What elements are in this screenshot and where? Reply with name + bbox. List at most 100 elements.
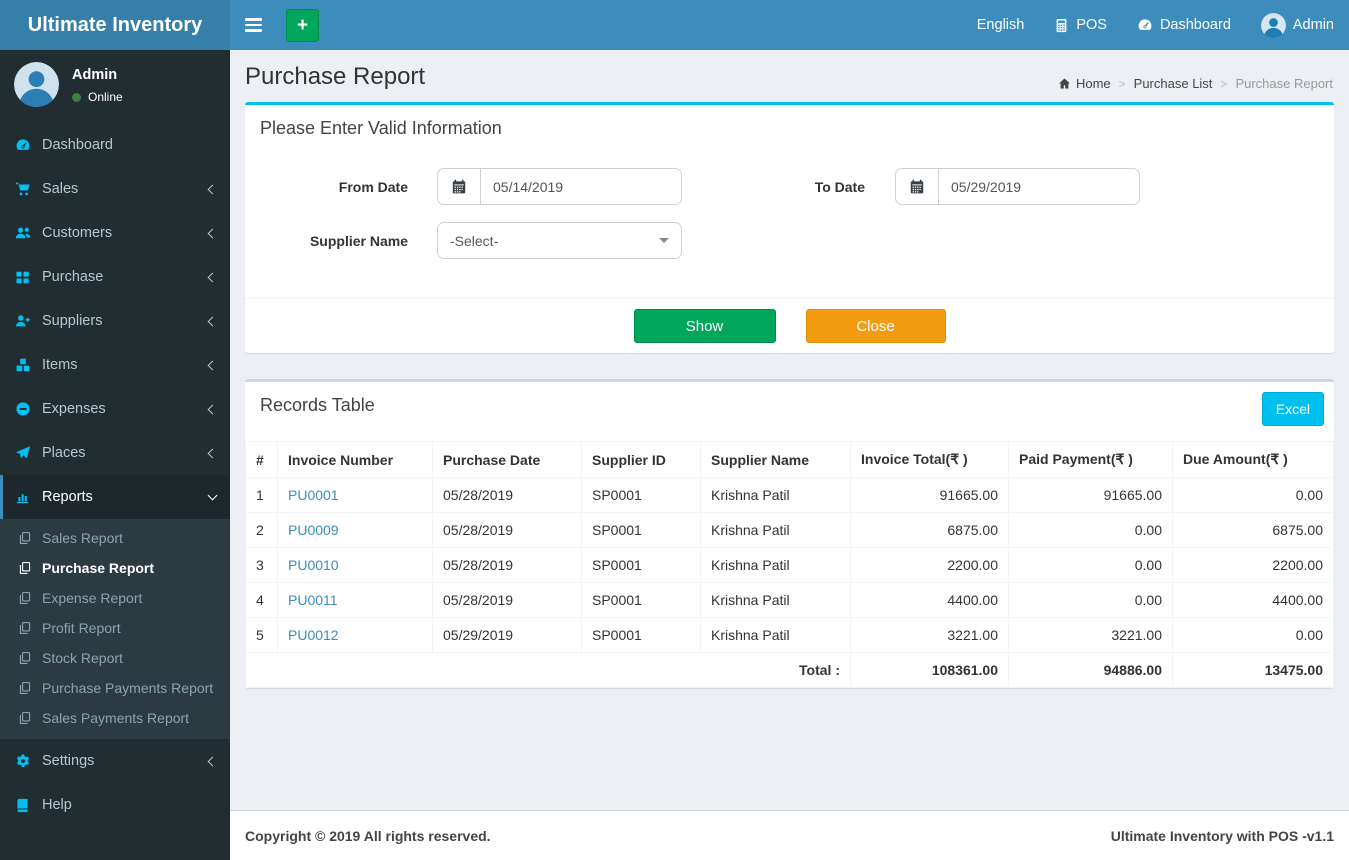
chevron-down-icon — [207, 490, 218, 501]
copyright-text: Copyright © 2019 All rights reserved. — [245, 827, 491, 844]
from-date-group — [437, 168, 682, 205]
chevron-left-icon — [207, 448, 218, 458]
column-header: Paid Payment(₹ ) — [1008, 441, 1173, 478]
invoice-link[interactable]: PU0011 — [288, 592, 338, 608]
sidebar-subitem-sales-report[interactable]: Sales Report — [0, 523, 230, 553]
show-button[interactable]: Show — [633, 309, 776, 343]
sidebar-item-customers[interactable]: Customers — [0, 211, 230, 255]
sidebar-item-places[interactable]: Places — [0, 431, 230, 475]
sidebar-item-suppliers[interactable]: Suppliers — [0, 299, 230, 343]
sidebar-item-label: Items — [42, 357, 78, 373]
sidebar-subitem-purchase-report[interactable]: Purchase Report — [0, 553, 230, 583]
sidebar-item-label: Suppliers — [42, 313, 103, 329]
sidebar-item-label: Customers — [42, 225, 113, 241]
breadcrumb-separator: > — [1220, 76, 1228, 91]
sidebar-item-settings[interactable]: Settings — [0, 739, 230, 783]
table-cell: 91665.00 — [850, 477, 1009, 513]
sidebar-user-status[interactable]: Online — [72, 90, 123, 104]
table-row: 1 PU0001 05/28/2019 SP0001 Krishna Patil 9166… — [245, 477, 1334, 513]
menu-icon[interactable] — [230, 0, 276, 50]
version-text: Ultimate Inventory with POS -v1.1 — [1110, 827, 1334, 844]
sidebar-subitem-label: Stock Report — [42, 650, 123, 666]
nav-pos[interactable]: POS — [1039, 0, 1122, 50]
sidebar-subitem-label: Purchase Payments Report — [42, 680, 214, 696]
user-avatar-icon — [1260, 12, 1286, 38]
sidebar-item-help[interactable]: Help — [0, 783, 230, 827]
chevron-left-icon — [207, 756, 218, 766]
user-plus-icon — [15, 313, 32, 329]
sidebar-subitem-sales-payments-report[interactable]: Sales Payments Report — [0, 703, 230, 733]
table-cell: SP0001 — [581, 547, 701, 583]
supplier-select[interactable]: -Select- — [437, 222, 682, 259]
breadcrumb-purchase-list[interactable]: Purchase List — [1134, 76, 1213, 91]
nav-dashboard[interactable]: Dashboard — [1122, 0, 1246, 50]
column-header: Supplier ID — [581, 441, 701, 478]
table-cell: 4 — [245, 582, 278, 618]
table-cell: 0.00 — [1172, 617, 1334, 653]
sidebar-item-reports[interactable]: Reports — [0, 475, 230, 519]
to-date-input[interactable] — [939, 169, 1139, 204]
nav-pos-label: POS — [1076, 17, 1107, 33]
sidebar-subitem-label: Purchase Report — [42, 560, 155, 576]
sidebar-item-items[interactable]: Items — [0, 343, 230, 387]
sidebar-item-purchase[interactable]: Purchase — [0, 255, 230, 299]
table-row: 3 PU0010 05/28/2019 SP0001 Krishna Patil 2200… — [245, 547, 1334, 583]
to-date-label: To Date — [814, 178, 865, 195]
sidebar-subitem-stock-report[interactable]: Stock Report — [0, 643, 230, 673]
nav-user-label: Admin — [1292, 17, 1334, 33]
online-dot-icon — [72, 92, 81, 102]
sidebar-subitem-profit-report[interactable]: Profit Report — [0, 613, 230, 643]
supplier-name-label: Supplier Name — [309, 232, 408, 249]
records-card-title: Records Table — [260, 395, 375, 415]
table-cell: SP0001 — [581, 477, 701, 513]
sidebar-subitem-purchase-payments-report[interactable]: Purchase Payments Report — [0, 673, 230, 703]
sidebar-item-label: Settings — [42, 753, 95, 769]
table-cell: PU0001 — [277, 477, 433, 513]
from-date-input[interactable] — [481, 169, 681, 204]
cart-icon — [15, 181, 32, 197]
table-cell: SP0001 — [581, 617, 701, 653]
sidebar-item-dashboard[interactable]: Dashboard — [0, 123, 230, 167]
table-row: 5 PU0012 05/29/2019 SP0001 Krishna Patil 3221… — [245, 617, 1334, 653]
table-cell: 0.00 — [1008, 512, 1173, 548]
sidebar-item-label: Help — [42, 797, 72, 813]
sidebar-item-label: Dashboard — [42, 137, 113, 153]
table-cell: 2 — [245, 512, 278, 548]
invoice-link[interactable]: PU0009 — [288, 522, 339, 538]
table-cell: 05/28/2019 — [432, 477, 582, 513]
dashboard-icon — [15, 137, 32, 153]
filter-card: Please Enter Valid Information From Date… — [245, 102, 1334, 353]
table-cell: 05/29/2019 — [432, 617, 582, 653]
excel-button[interactable]: Excel — [1261, 392, 1324, 426]
table-cell: 0.00 — [1008, 547, 1173, 583]
brand-logo[interactable]: Ultimate Inventory — [0, 0, 230, 50]
close-button[interactable]: Close — [805, 309, 946, 343]
add-button[interactable]: + — [286, 8, 319, 42]
invoice-link[interactable]: PU0012 — [288, 627, 339, 643]
table-cell: PU0010 — [277, 547, 433, 583]
copy-icon — [18, 711, 33, 725]
sidebar-item-expenses[interactable]: Expenses — [0, 387, 230, 431]
sidebar-item-label: Sales — [42, 181, 79, 197]
breadcrumb-home[interactable]: Home — [1058, 76, 1111, 91]
total-label: Total : — [245, 652, 851, 688]
sidebar-item-sales[interactable]: Sales — [0, 167, 230, 211]
table-cell: 05/28/2019 — [432, 547, 582, 583]
invoice-link[interactable]: PU0010 — [288, 557, 339, 573]
nav-user[interactable]: Admin — [1246, 0, 1349, 50]
sidebar-user-status-label: Online — [88, 90, 123, 104]
sidebar-subitem-expense-report[interactable]: Expense Report — [0, 583, 230, 613]
table-cell: Krishna Patil — [700, 547, 851, 583]
column-header: Due Amount(₹ ) — [1172, 441, 1334, 478]
records-table: # Invoice Number Purchase Date Supplier … — [245, 441, 1334, 688]
column-header: Invoice Total(₹ ) — [850, 441, 1009, 478]
nav-language[interactable]: English — [962, 0, 1040, 50]
table-cell: 0.00 — [1008, 582, 1173, 618]
sidebar-subitem-label: Profit Report — [42, 620, 121, 636]
column-header: Purchase Date — [432, 441, 582, 478]
table-cell: 0.00 — [1172, 477, 1334, 513]
minus-circle-icon — [15, 401, 32, 417]
sidebar-item-label: Reports — [42, 489, 93, 505]
invoice-link[interactable]: PU0001 — [288, 487, 339, 503]
table-cell: Krishna Patil — [700, 512, 851, 548]
